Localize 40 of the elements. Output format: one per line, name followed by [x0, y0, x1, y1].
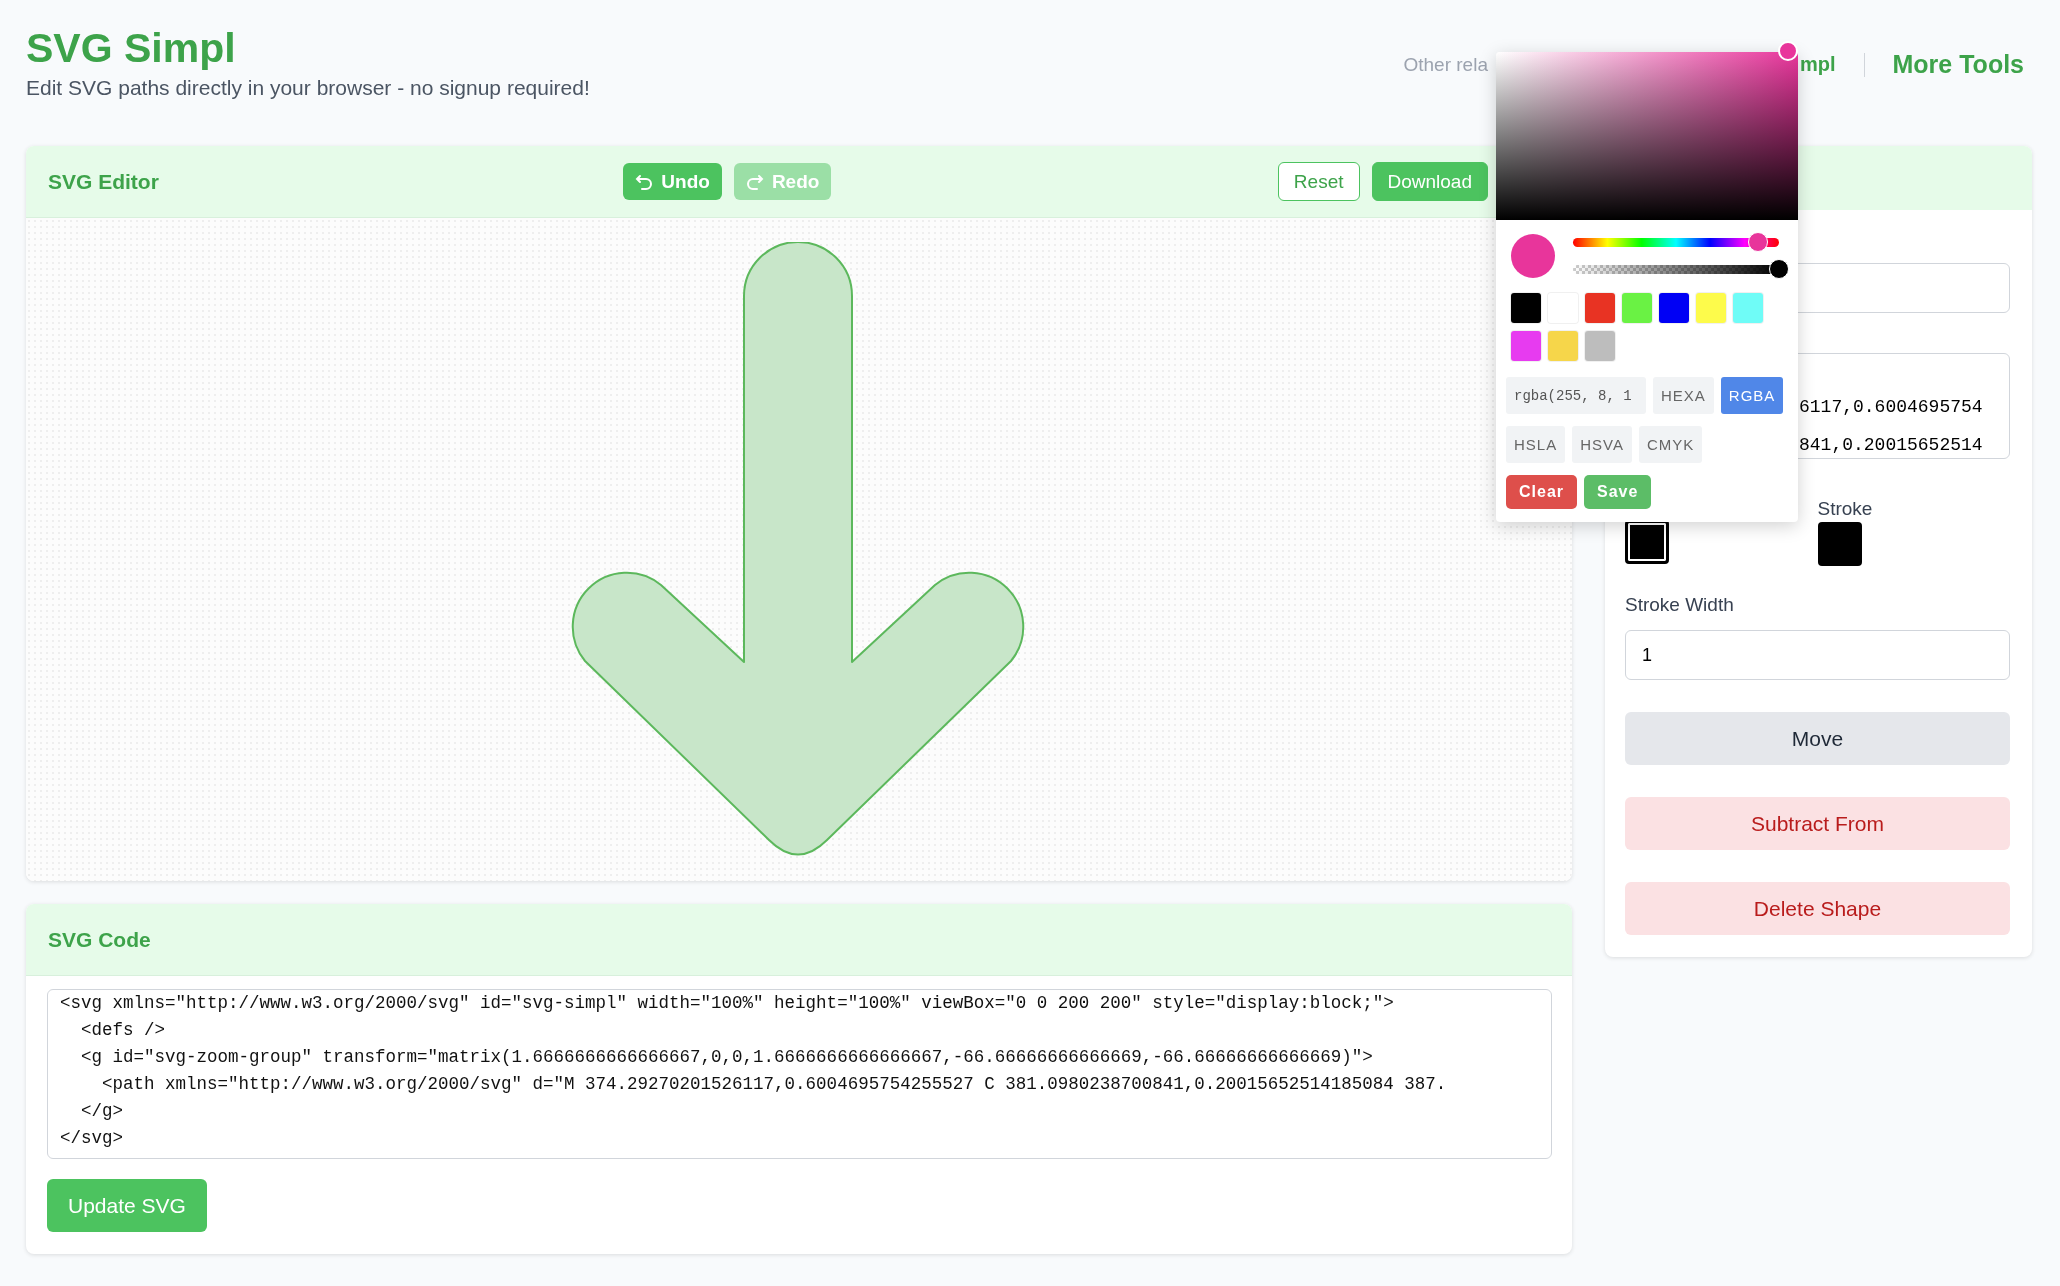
- color-swatch[interactable]: [1548, 331, 1578, 361]
- undo-icon: [635, 173, 654, 190]
- fill-swatch[interactable]: [1625, 520, 1669, 564]
- color-swatch[interactable]: [1585, 331, 1615, 361]
- clear-button[interactable]: Clear: [1506, 475, 1578, 509]
- redo-icon: [745, 173, 764, 190]
- danger-button[interactable]: Subtract From: [1625, 797, 2010, 850]
- code-field[interactable]: <svg xmlns="http://www.w3.org/2000/svg" id="svg-simpl" width="100%" height="100%" viewBox="0 0 200 200" style="display:block;"> <defs /> <g id="svg-zoom-group" transform="matrix(1.6666666666666667,0,0,1.6666666666666667,-66.66666666666669,-66.66666666666669)"> <path xmlns="http://www.w3.org/2000/svg" d="M 374.29270201526117,0.6004695754255527 C 381.0980238700841,0.20015652514185084 387. </g> </svg>: [47, 989, 1552, 1159]
- format-button[interactable]: HEXA: [1653, 377, 1714, 414]
- color-swatch[interactable]: [1511, 293, 1541, 323]
- color-swatch[interactable]: [1622, 293, 1652, 323]
- color-swatch[interactable]: [1733, 293, 1763, 323]
- color-swatch[interactable]: [1585, 293, 1615, 323]
- color-value-field[interactable]: rgba(255, 8, 1: [1506, 377, 1646, 414]
- hue-thumb[interactable]: [1748, 231, 1769, 252]
- format-button[interactable]: HSVA: [1572, 426, 1632, 463]
- alpha-thumb[interactable]: [1769, 258, 1789, 279]
- arrow-shape[interactable]: [571, 242, 1025, 856]
- danger-button[interactable]: Delete Shape: [1625, 882, 2010, 935]
- site-subtitle: Edit SVG paths directly in your browser - no signup required!: [26, 76, 590, 100]
- saturation-area[interactable]: [1496, 52, 1798, 220]
- editor-title: SVG Editor: [48, 169, 159, 194]
- stroke-width-field[interactable]: 1: [1625, 630, 2010, 680]
- format-button[interactable]: RGBA: [1720, 377, 1784, 414]
- reset-button[interactable]: Reset: [1277, 162, 1360, 201]
- more-tools-link[interactable]: More Tools: [1892, 50, 2024, 79]
- color-swatch[interactable]: [1696, 293, 1726, 323]
- color-swatch[interactable]: [1659, 293, 1689, 323]
- nav-link[interactable]: mpl: [1799, 53, 1836, 76]
- format-button[interactable]: CMYK: [1638, 426, 1703, 463]
- color-swatch[interactable]: [1511, 331, 1541, 361]
- stroke-label: Stroke: [1817, 498, 1874, 521]
- stroke-swatch[interactable]: [1817, 522, 1862, 566]
- site-title: SVG Simpl: [26, 26, 237, 70]
- move-button[interactable]: Move: [1625, 712, 2010, 765]
- stroke-width-label: Stroke Width: [1625, 594, 1735, 617]
- code-title: SVG Code: [48, 927, 151, 952]
- saturation-handle[interactable]: [1778, 41, 1798, 61]
- nav-text: Other rela: [1403, 53, 1488, 76]
- format-button[interactable]: HSLA: [1506, 426, 1566, 463]
